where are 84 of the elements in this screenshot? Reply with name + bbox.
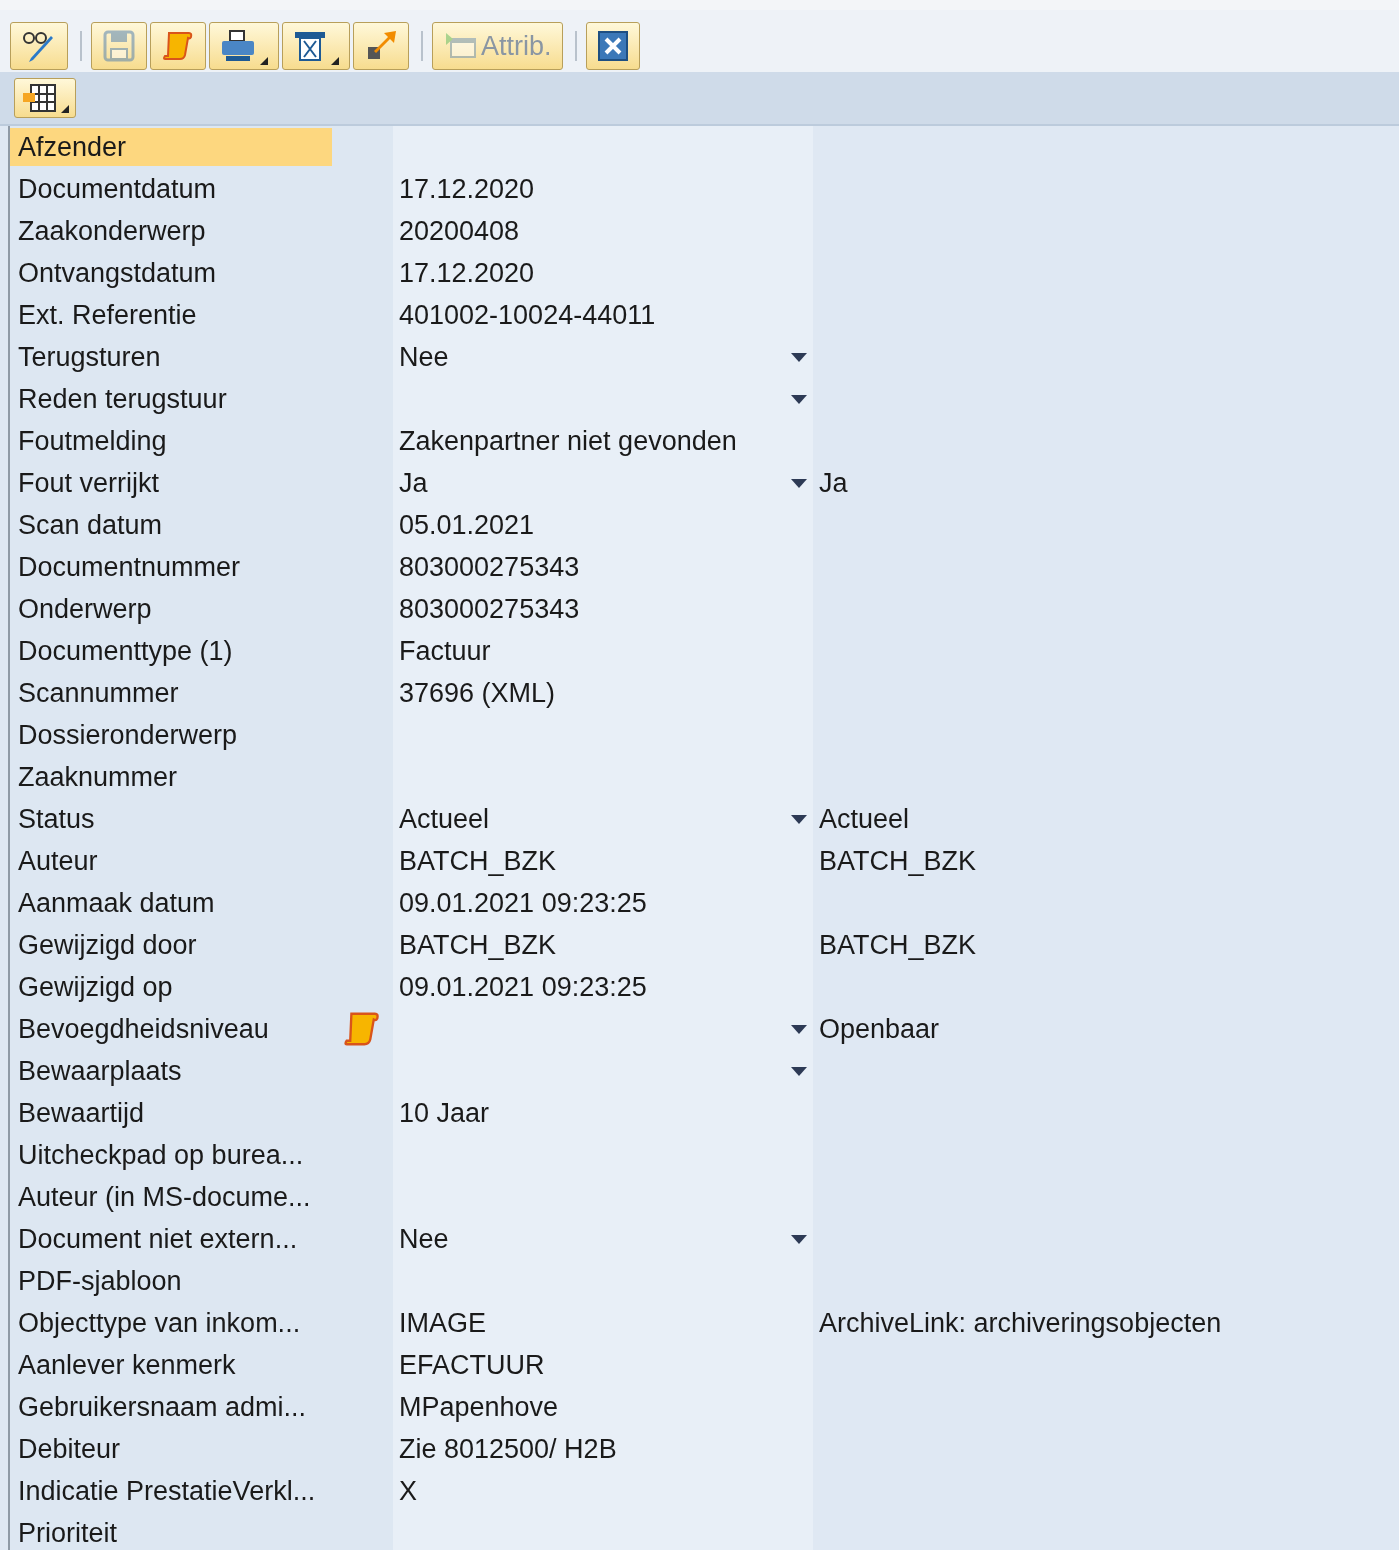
close-icon: [596, 30, 629, 62]
field-value: Factuur: [399, 634, 491, 668]
field-label[interactable]: Bewaartijd: [10, 1094, 332, 1132]
field-value: 09.01.2021 09:23:25: [399, 886, 647, 920]
field-label[interactable]: Indicatie PrestatieVerkl...: [10, 1472, 332, 1510]
field-label[interactable]: Documenttype (1): [10, 632, 332, 670]
field-value: 17.12.2020: [399, 172, 535, 206]
field-label[interactable]: Zaakonderwerp: [10, 212, 332, 250]
field-value: 10 Jaar: [399, 1096, 490, 1130]
field-label[interactable]: Documentdatum: [10, 170, 332, 208]
field-label[interactable]: Scannummer: [10, 674, 332, 712]
field-label[interactable]: Ontvangstdatum: [10, 254, 332, 292]
field-value: 803000275343: [399, 550, 580, 584]
field-value: 17.12.2020: [399, 256, 535, 290]
field-description: Actueel: [819, 802, 910, 836]
scroll-button[interactable]: [150, 22, 206, 70]
field-label[interactable]: Uitcheckpad op burea...: [10, 1136, 332, 1174]
field-value: Zakenpartner niet gevonden: [399, 424, 737, 458]
field-label[interactable]: Afzender: [10, 128, 332, 166]
field-label[interactable]: Dossieronderwerp: [10, 716, 332, 754]
field-label[interactable]: Fout verrijkt: [10, 464, 332, 502]
edit-button[interactable]: [10, 22, 68, 70]
dropdown-caret-icon[interactable]: [791, 1024, 807, 1034]
field-description: BATCH_BZK: [819, 928, 977, 962]
field-label[interactable]: Objecttype van inkom...: [10, 1304, 332, 1342]
field-description: BATCH_BZK: [819, 844, 977, 878]
field-label[interactable]: PDF-sjabloon: [10, 1262, 332, 1300]
export-button[interactable]: [353, 22, 409, 70]
dropdown-caret-icon[interactable]: [791, 814, 807, 824]
field-value: IMAGE: [399, 1306, 486, 1340]
document-icon: [293, 29, 327, 63]
field-value: EFACTUUR: [399, 1348, 545, 1382]
field-label[interactable]: Prioriteit: [10, 1514, 332, 1550]
field-label[interactable]: Terugsturen: [10, 338, 332, 376]
field-value: Nee: [399, 340, 449, 374]
field-value: MPapenhove: [399, 1390, 559, 1424]
field-value: Actueel: [399, 802, 490, 836]
field-description: ArchiveLink: archiveringsobjecten: [819, 1306, 1222, 1340]
dropdown-caret-icon[interactable]: [791, 1234, 807, 1244]
field-value: Zie 8012500/ H2B: [399, 1432, 617, 1466]
field-label[interactable]: Auteur (in MS-docume...: [10, 1178, 332, 1216]
field-value: 803000275343: [399, 592, 580, 626]
printer-icon: [220, 29, 256, 63]
scroll-icon: [161, 29, 195, 63]
field-label[interactable]: Zaaknummer: [10, 758, 332, 796]
layout-grid-button[interactable]: [14, 78, 76, 118]
field-value: 37696 (XML): [399, 676, 556, 710]
field-label[interactable]: Auteur: [10, 842, 332, 880]
field-label[interactable]: Gewijzigd door: [10, 926, 332, 964]
field-value: BATCH_BZK: [399, 928, 557, 962]
field-value: 05.01.2021: [399, 508, 535, 542]
field-label[interactable]: Scan datum: [10, 506, 332, 544]
field-label[interactable]: Foutmelding: [10, 422, 332, 460]
field-description: Ja: [819, 466, 848, 500]
document-button[interactable]: [282, 22, 350, 70]
window-icon: [443, 31, 477, 61]
dropdown-caret-icon[interactable]: [791, 394, 807, 404]
field-label[interactable]: Onderwerp: [10, 590, 332, 628]
field-value: Nee: [399, 1222, 449, 1256]
field-label[interactable]: Ext. Referentie: [10, 296, 332, 334]
field-label[interactable]: Debiteur: [10, 1430, 332, 1468]
dropdown-caret-icon[interactable]: [791, 1066, 807, 1076]
field-label[interactable]: Bewaarplaats: [10, 1052, 332, 1090]
field-value: 401002-10024-44011: [399, 298, 656, 332]
close-button[interactable]: [585, 22, 640, 70]
field-value: Ja: [399, 466, 428, 500]
field-label[interactable]: Gewijzigd op: [10, 968, 332, 1006]
grid-icon: [21, 83, 57, 113]
field-description: Openbaar: [819, 1012, 940, 1046]
field-label[interactable]: Aanlever kenmerk: [10, 1346, 332, 1384]
field-value: 09.01.2021 09:23:25: [399, 970, 647, 1004]
dropdown-caret-icon[interactable]: [791, 478, 807, 488]
field-label[interactable]: Reden terugstuur: [10, 380, 332, 418]
field-label[interactable]: Status: [10, 800, 332, 838]
print-button[interactable]: [209, 22, 279, 70]
dropdown-caret-icon[interactable]: [791, 352, 807, 362]
field-value: X: [399, 1474, 417, 1508]
field-label[interactable]: Aanmaak datum: [10, 884, 332, 922]
field-value: 20200408: [399, 214, 520, 248]
field-label[interactable]: Gebruikersnaam admi...: [10, 1388, 332, 1426]
field-label[interactable]: Document niet extern...: [10, 1220, 332, 1258]
field-label[interactable]: Bevoegdheidsniveau: [10, 1010, 332, 1048]
field-value: BATCH_BZK: [399, 844, 557, 878]
field-label[interactable]: Documentnummer: [10, 548, 332, 586]
